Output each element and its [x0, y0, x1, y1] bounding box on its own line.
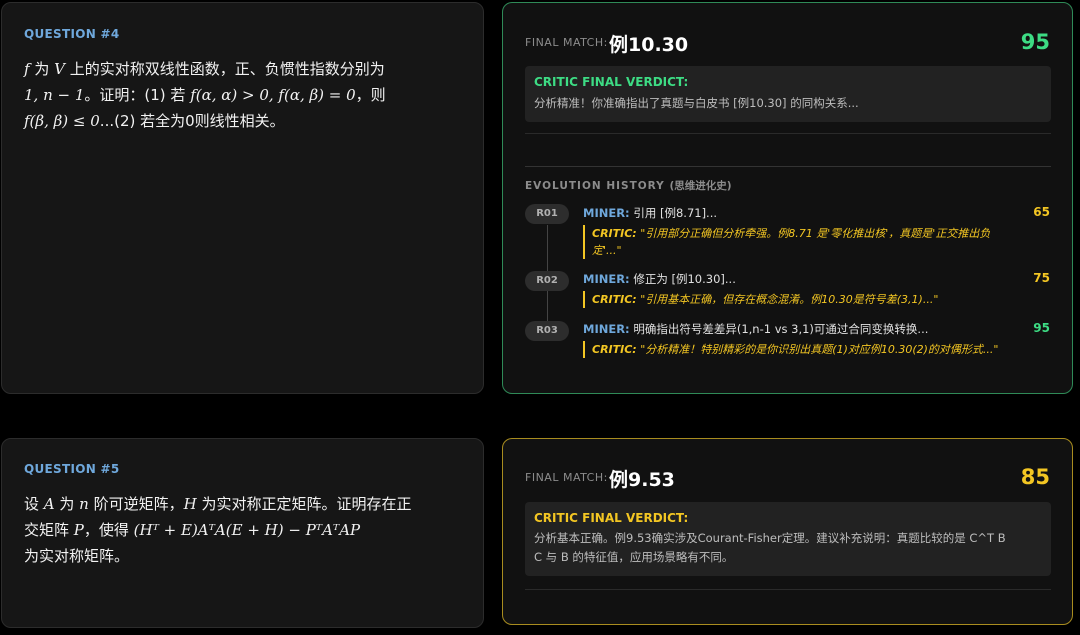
verdict-title: CRITIC FINAL VERDICT: — [534, 75, 689, 89]
question-line-1: 设 A 为 n 阶可逆矩阵，H 为实对称正定矩阵。证明存在正 — [24, 495, 412, 513]
question-line-3: f(β, β) ≤ 0...(2) 若全为0则线性相关。 — [24, 112, 285, 130]
timeline-connector — [547, 225, 548, 271]
verdict-text-line-1: 分析基本正确。例9.53确实涉及Courant-Fisher定理。建议补充说明：… — [534, 531, 1006, 545]
divider — [525, 166, 1051, 167]
final-score: 95 — [1020, 30, 1050, 54]
question-text: f 为 V 上的实对称双线性函数，正、负惯性指数分别为 1, n − 1。证明：… — [24, 56, 464, 134]
round-score: 65 — [1033, 205, 1050, 219]
question-label: QUESTION #5 — [24, 462, 120, 476]
round-badge: R02 — [525, 271, 569, 291]
critic-entry: CRITIC: "引用基本正确，但存在概念混淆。例10.30是符号差(3,1).… — [583, 291, 1023, 308]
miner-entry: MINER: 明确指出符号差差异(1,n-1 vs 3,1)可通过合同变换转换.… — [583, 322, 929, 336]
divider — [525, 133, 1051, 134]
match-card-4: FINAL MATCH: 例10.30 95 CRITIC FINAL VERD… — [502, 2, 1073, 394]
question-card-5: QUESTION #5 设 A 为 n 阶可逆矩阵，H 为实对称正定矩阵。证明存… — [1, 438, 484, 628]
round-badge: R01 — [525, 204, 569, 224]
question-text: 设 A 为 n 阶可逆矩阵，H 为实对称正定矩阵。证明存在正 交矩阵 P，使得 … — [24, 491, 469, 569]
timeline-connector — [547, 291, 548, 321]
evolution-history-title: EVOLUTION HISTORY (思维进化史) — [525, 180, 732, 192]
question-line-3: 为实对称矩阵。 — [24, 547, 130, 565]
critic-verdict-box: CRITIC FINAL VERDICT: 分析基本正确。例9.53确实涉及Co… — [525, 502, 1051, 576]
match-card-5: FINAL MATCH: 例9.53 85 CRITIC FINAL VERDI… — [502, 438, 1073, 625]
verdict-text-line-2: C 与 B 的特征值，应用场景略有不同。 — [534, 550, 734, 564]
question-label: QUESTION #4 — [24, 27, 120, 41]
question-line-1: f 为 V 上的实对称双线性函数，正、负惯性指数分别为 — [24, 60, 385, 78]
round-badge: R03 — [525, 321, 569, 341]
miner-entry: MINER: 修正为 [例10.30]... — [583, 272, 736, 286]
critic-entry: CRITIC: "引用部分正确但分析牵强。例8.71 是'零化推出核'，真题是'… — [583, 225, 1011, 259]
miner-entry: MINER: 引用 [例8.71]... — [583, 206, 718, 220]
verdict-title: CRITIC FINAL VERDICT: — [534, 511, 689, 525]
final-match-label: FINAL MATCH: — [525, 471, 608, 484]
final-match-value: 例9.53 — [609, 469, 675, 491]
critic-entry: CRITIC: "分析精准！特别精彩的是你识别出真题(1)对应例10.30(2)… — [583, 341, 1023, 358]
question-card-4: QUESTION #4 f 为 V 上的实对称双线性函数，正、负惯性指数分别为 … — [1, 2, 484, 394]
final-score: 85 — [1020, 465, 1050, 489]
divider — [525, 589, 1051, 590]
round-score: 75 — [1033, 271, 1050, 285]
final-match-value: 例10.30 — [609, 34, 689, 56]
final-match-label: FINAL MATCH: — [525, 36, 608, 49]
question-line-2: 交矩阵 P，使得 (Hᵀ + E)AᵀA(E + H) − PᵀAᵀAP — [24, 521, 361, 539]
critic-verdict-box: CRITIC FINAL VERDICT: 分析精准！你准确指出了真题与白皮书 … — [525, 66, 1051, 122]
question-line-2: 1, n − 1。证明：(1) 若 f(α, α) > 0, f(α, β) =… — [24, 86, 386, 104]
round-score: 95 — [1033, 321, 1050, 335]
verdict-text: 分析精准！你准确指出了真题与白皮书 [例10.30] 的同构关系... — [534, 96, 859, 110]
